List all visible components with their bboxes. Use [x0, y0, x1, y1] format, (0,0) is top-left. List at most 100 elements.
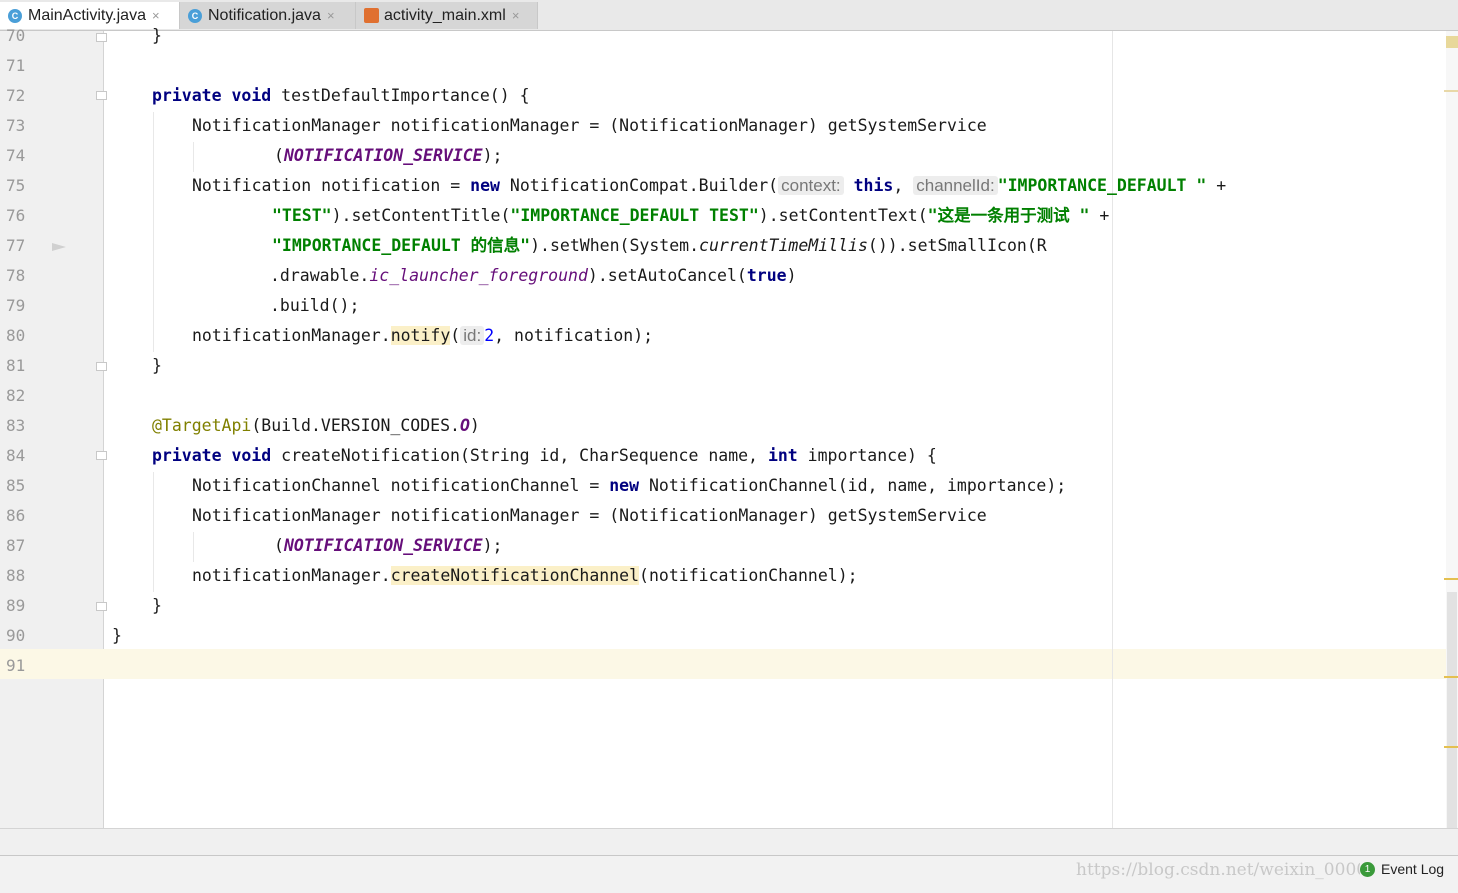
annotation-token: @TargetApi — [152, 416, 252, 435]
keyword-token: new — [470, 176, 500, 195]
code-token: NotificationCompat.Builder( — [499, 176, 779, 195]
string-token: "IMPORTANCE_DEFAULT " — [997, 176, 1207, 195]
right-margin-guide — [1112, 31, 1113, 828]
string-token: "IMPORTANCE_DEFAULT TEST" — [510, 206, 759, 225]
constant-token: O — [459, 416, 470, 435]
line-number: 80 — [6, 326, 26, 345]
line-number: 70 — [6, 26, 26, 45]
number-token: 2 — [484, 326, 495, 345]
code-line-87[interactable]: (NOTIFICATION_SERVICE); — [274, 531, 503, 561]
code-token: ( — [274, 536, 284, 555]
warning-stripe[interactable] — [1444, 578, 1458, 580]
fold-end-icon[interactable] — [96, 33, 107, 42]
code-line-79[interactable]: .build(); — [270, 291, 359, 321]
line-number: 81 — [6, 356, 26, 375]
warning-stripe[interactable] — [1444, 746, 1458, 748]
event-count-badge: 1 — [1360, 861, 1375, 877]
fold-end-icon[interactable] — [96, 362, 107, 371]
code-token: ).setWhen(System. — [530, 236, 700, 255]
tab-label: Notification.java — [208, 6, 321, 24]
code-line-78[interactable]: .drawable.ic_launcher_foreground).setAut… — [270, 261, 797, 291]
fold-start-icon[interactable] — [96, 451, 107, 460]
keyword-token: private — [152, 446, 222, 465]
line-number: 79 — [6, 296, 26, 315]
scrollbar-thumb[interactable] — [1447, 592, 1457, 828]
code-token: Notification notification = — [192, 176, 471, 195]
code-line-84[interactable]: private void createNotification(String i… — [152, 441, 937, 471]
code-token: ) — [469, 416, 480, 435]
code-line-76[interactable]: "TEST").setContentTitle("IMPORTANCE_DEFA… — [272, 201, 1109, 231]
code-line-73[interactable]: NotificationManager notificationManager … — [192, 111, 987, 141]
string-token: "这是一条用于测试 " — [927, 206, 1090, 225]
code-token: notificationManager. — [192, 566, 391, 585]
parameter-hint: channelId: — [913, 176, 998, 195]
line-number: 89 — [6, 596, 26, 615]
editor-tab-bar: C MainActivity.java × C Notification.jav… — [0, 0, 1458, 31]
keyword-token: void — [231, 86, 272, 105]
line-number: 77 — [6, 236, 26, 255]
code-line-80[interactable]: notificationManager.notify(id: 2, notific… — [192, 321, 653, 351]
keyword-token: this — [853, 176, 894, 195]
line-number: 71 — [6, 56, 26, 75]
code-token: .drawable. — [270, 266, 370, 285]
code-line-83[interactable]: @TargetApi(Build.VERSION_CODES.O) — [152, 411, 480, 441]
current-line-highlight — [103, 649, 1446, 679]
constant-token: NOTIFICATION_SERVICE — [283, 146, 483, 165]
code-line-70[interactable]: } — [113, 21, 162, 51]
xml-layout-icon — [364, 8, 379, 23]
line-number: 88 — [6, 566, 26, 585]
fold-end-icon[interactable] — [96, 602, 107, 611]
warning-stripe[interactable] — [1444, 676, 1458, 678]
event-log-button[interactable]: 1 Event Log — [1360, 861, 1453, 877]
line-number: 78 — [6, 266, 26, 285]
gutter-arrow-icon[interactable] — [52, 243, 66, 251]
line-number: 91 — [6, 656, 26, 675]
close-icon[interactable]: × — [327, 8, 335, 23]
line-number: 75 — [6, 176, 26, 195]
code-token: ( — [274, 146, 284, 165]
code-token: } — [152, 26, 162, 45]
warning-stripe[interactable] — [1444, 90, 1458, 92]
string-token: "TEST" — [272, 206, 332, 225]
line-number: 76 — [6, 206, 26, 225]
code-token: + — [1206, 176, 1227, 195]
indent-guide — [153, 472, 154, 592]
keyword-token: new — [609, 476, 640, 495]
code-token: (Build.VERSION_CODES. — [251, 416, 460, 435]
code-token: ).setAutoCancel( — [587, 266, 747, 285]
code-line-77[interactable]: "IMPORTANCE_DEFAULT 的信息").setWhen(System… — [272, 231, 1047, 261]
code-line-72[interactable]: private void testDefaultImportance() { — [152, 81, 530, 111]
static-method-token: currentTimeMillis — [699, 236, 868, 255]
code-line-74[interactable]: (NOTIFICATION_SERVICE); — [274, 141, 503, 171]
code-line-90[interactable]: } — [112, 621, 122, 651]
indent-guide — [153, 112, 154, 352]
line-number: 90 — [6, 626, 26, 645]
code-token: importance) { — [797, 446, 937, 465]
keyword-token: int — [767, 446, 798, 465]
line-number: 73 — [6, 116, 26, 135]
line-number: 87 — [6, 536, 26, 555]
java-class-icon: C — [188, 8, 202, 23]
code-token: NotificationChannel(id, name, importance… — [639, 476, 1067, 495]
tab-notification-java[interactable]: C Notification.java × — [180, 2, 356, 29]
code-line-85[interactable]: NotificationChannel notificationChannel … — [192, 471, 1066, 501]
code-line-75[interactable]: Notification notification = new Notifica… — [192, 171, 1226, 201]
code-line-88[interactable]: notificationManager.createNotificationCh… — [192, 561, 858, 591]
code-token: ()).setSmallIcon(R — [867, 236, 1047, 255]
code-line-86[interactable]: NotificationManager notificationManager … — [192, 501, 987, 531]
code-token: , — [893, 176, 914, 195]
close-icon[interactable]: × — [512, 8, 520, 23]
tab-activity-main-xml[interactable]: activity_main.xml × — [356, 2, 538, 29]
keyword-token: void — [231, 446, 272, 465]
editor-bottom-strip — [0, 828, 1458, 856]
code-token: ).setContentTitle( — [331, 206, 511, 225]
keyword-token: true — [746, 266, 787, 285]
code-line-89[interactable]: } — [152, 591, 162, 621]
code-token: notificationManager. — [192, 326, 391, 345]
code-token: ); — [482, 536, 503, 555]
code-line-81[interactable]: } — [152, 351, 162, 381]
analysis-status-marker[interactable] — [1446, 36, 1458, 48]
constant-token: NOTIFICATION_SERVICE — [283, 536, 483, 555]
fold-start-icon[interactable] — [96, 91, 107, 100]
parameter-hint: context: — [778, 176, 844, 195]
